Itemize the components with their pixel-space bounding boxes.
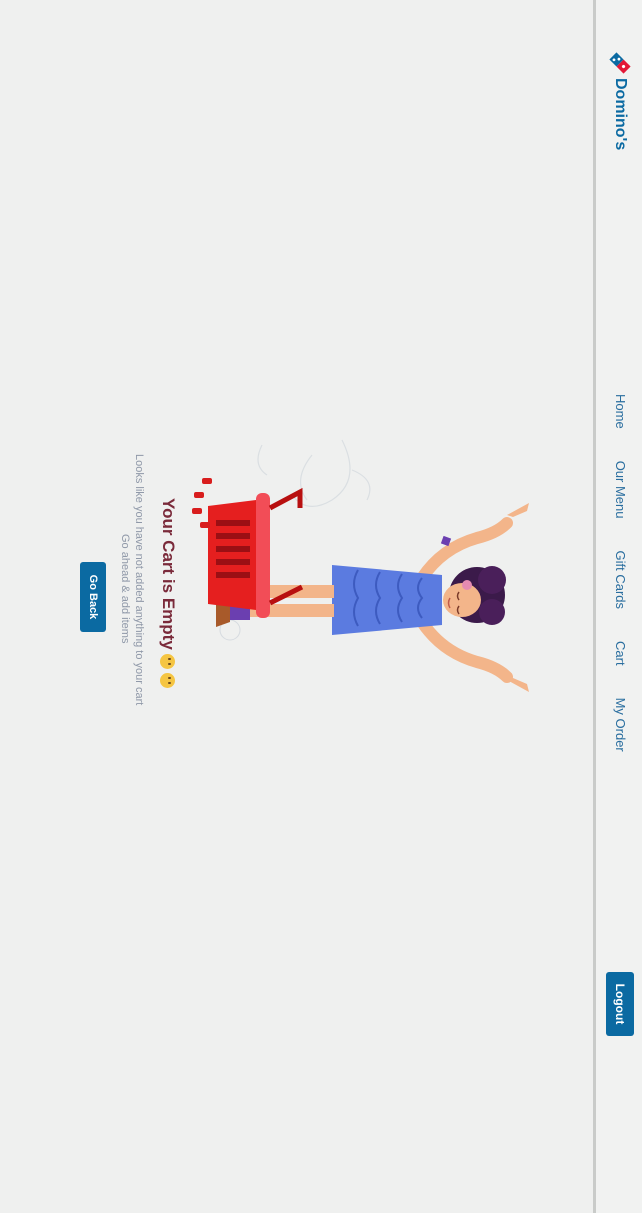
sad-face-icon <box>160 672 176 688</box>
go-back-button[interactable]: Go Back <box>80 562 106 632</box>
page-stage: Domino's Home Our Menu Gift Cards Cart M… <box>0 0 642 1213</box>
empty-cart-subtitle-line1: Looks like you have not added anything t… <box>133 454 145 706</box>
sad-face-icon <box>160 653 176 669</box>
empty-cart-subtitle-line2: Go ahead & add items <box>119 534 131 644</box>
empty-cart-title-text: Your Cart is Empty <box>159 498 178 650</box>
empty-cart-title: Your Cart is Empty <box>158 498 178 688</box>
